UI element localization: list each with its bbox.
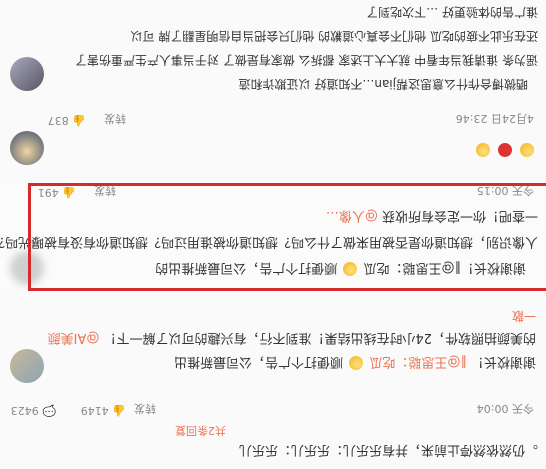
like-count[interactable]: 👍 837 (48, 114, 86, 127)
comment-text-line: 还在乐此不疲的吃瓜 他们不会真心道歉的 他们只会把当自信明星翻了牌 可以 (130, 29, 538, 43)
repost-label[interactable]: 转发 (104, 111, 126, 127)
comment-text-line: 。仍然依然停止前来，并有乐乐儿：乐乐儿：乐乐儿 (238, 442, 538, 457)
like-count[interactable]: 👍 4149 (81, 404, 126, 417)
mention-link[interactable]: @AI美颜 (48, 330, 100, 345)
sub-text[interactable]: 一散 (512, 308, 536, 325)
thumb-up-icon: 👍 (112, 404, 126, 417)
grin-emoji-icon (349, 356, 364, 370)
comment-text-line: 的美颜拍照软件，24小时在线出结果！准到不行，有兴趣的可以了解一下！ @AI美颜 (48, 330, 536, 349)
comment-item: 晒微博合作什么意思这帮jian…不知道好 以证欺诈和造 谣为条 谁请我当年看中 … (0, 0, 546, 99)
flipped-canvas: 。仍然依然停止前来，并有乐乐儿：乐乐儿：乐乐儿 今天 00:04 共2条回复 👍… (0, 0, 546, 469)
reply-count[interactable]: 💬 9423 (11, 404, 56, 417)
reply-number: 9423 (10, 404, 39, 417)
avatar[interactable] (10, 349, 44, 383)
comment-text: 的美颜拍照软件，24小时在线出结果！准到不行，有兴趣的可以了解一下！ (103, 330, 536, 345)
emoji-icon (520, 143, 534, 157)
emoji-icon (497, 143, 512, 157)
reply-link[interactable]: 共2条回复 (175, 423, 226, 439)
comment-item: 。仍然依然停止前来，并有乐乐儿：乐乐儿：乐乐儿 今天 00:04 共2条回复 👍… (0, 390, 546, 469)
like-number: 4149 (80, 404, 109, 417)
comment-text-line: 谣为条 谁请我当年看中 就大大上述家 都拆么 做家有是做了 对于当事人产生严重伤… (74, 53, 538, 67)
screenshot-stage: 。仍然依然停止前来，并有乐乐儿：乐乐儿：乐乐儿 今天 00:04 共2条回复 👍… (0, 0, 546, 469)
emoji-icon (475, 143, 490, 157)
avatar[interactable] (10, 57, 44, 91)
comment-item: 4月24日 23:46 转发 👍 837 (0, 98, 546, 179)
comment-text: 顺便打个广告，公司最新推出 (174, 354, 344, 369)
mention-link[interactable]: ∥@王思聪：吃瓜 (369, 354, 467, 369)
comment-text-line: 谁广告的体验更好 …下次吃到了 (366, 5, 538, 19)
avatar[interactable] (10, 131, 44, 165)
comment-text-line: 晒微博合作什么意思这帮jian…不知道好 以证欺诈和造 (238, 77, 528, 91)
red-highlight-box (28, 183, 546, 291)
emoji-row (474, 141, 536, 157)
comment-text: 谢谢校长！ (470, 354, 536, 369)
like-number: 837 (47, 114, 69, 127)
comment-item: 谢谢校长！ ∥@王思聪：吃瓜 顺便打个广告，公司最新推出 的美颜拍照软件，24小… (0, 290, 546, 391)
repost-label[interactable]: 转发 (134, 401, 156, 417)
thumb-up-icon: 👍 (72, 114, 86, 127)
comment-time: 4月24日 23:46 (455, 112, 534, 125)
comment-text-line: 谢谢校长！ ∥@王思聪：吃瓜 顺便打个广告，公司最新推出 (174, 354, 536, 373)
comment-time: 今天 00:04 (476, 402, 534, 415)
